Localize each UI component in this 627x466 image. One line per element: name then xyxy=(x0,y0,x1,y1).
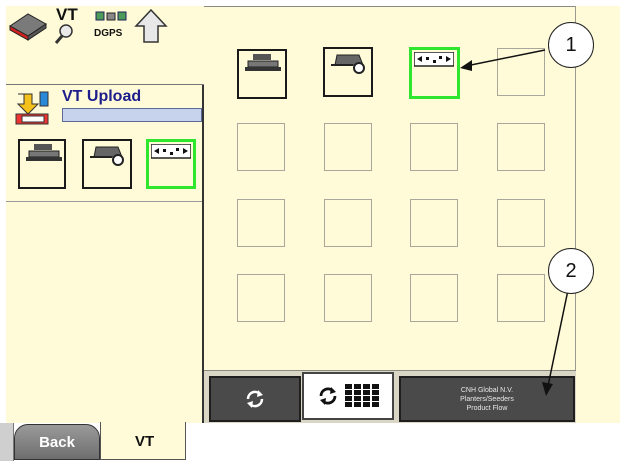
callout-arrows xyxy=(460,49,569,396)
callout-2: 2 xyxy=(548,248,594,294)
callout-1: 1 xyxy=(548,22,594,68)
callout-1-label: 1 xyxy=(565,33,577,56)
callout-2-label: 2 xyxy=(565,259,577,282)
